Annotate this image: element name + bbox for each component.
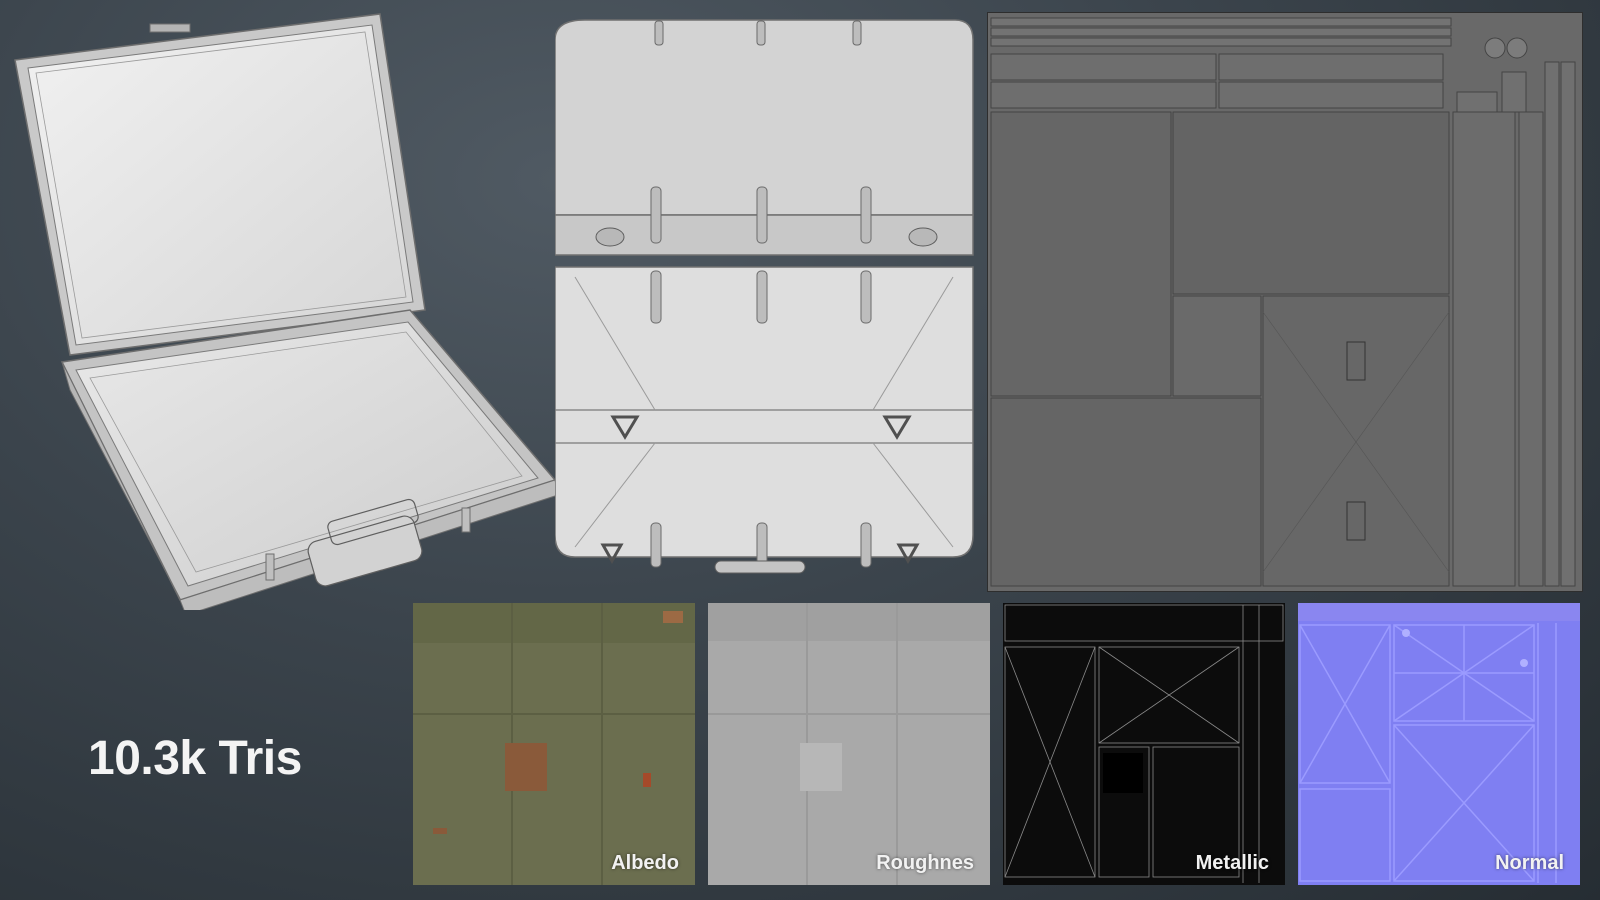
uv-layout-map: [987, 12, 1583, 592]
roughness-label: Roughnes: [876, 852, 974, 874]
metallic-map: [1003, 603, 1285, 885]
artwork-stage: 10.3k Tris Albedo Roughnes Metallic Norm…: [0, 0, 1600, 900]
texture-tile-metallic: Metallic: [1003, 603, 1285, 885]
texture-tile-normal: Normal: [1298, 603, 1580, 885]
normal-map: [1298, 603, 1580, 885]
metallic-label: Metallic: [1195, 852, 1269, 874]
open-briefcase-render: [14, 13, 559, 610]
triangle-count-label: 10.3k Tris: [88, 732, 302, 785]
normal-label: Normal: [1495, 852, 1564, 874]
texture-tile-roughness: Roughnes: [708, 603, 990, 885]
albedo-label: Albedo: [611, 852, 679, 874]
closed-case-render: [555, 19, 974, 574]
texture-tile-albedo: Albedo: [413, 603, 695, 885]
roughness-map: [708, 603, 990, 885]
albedo-map: [413, 603, 695, 885]
